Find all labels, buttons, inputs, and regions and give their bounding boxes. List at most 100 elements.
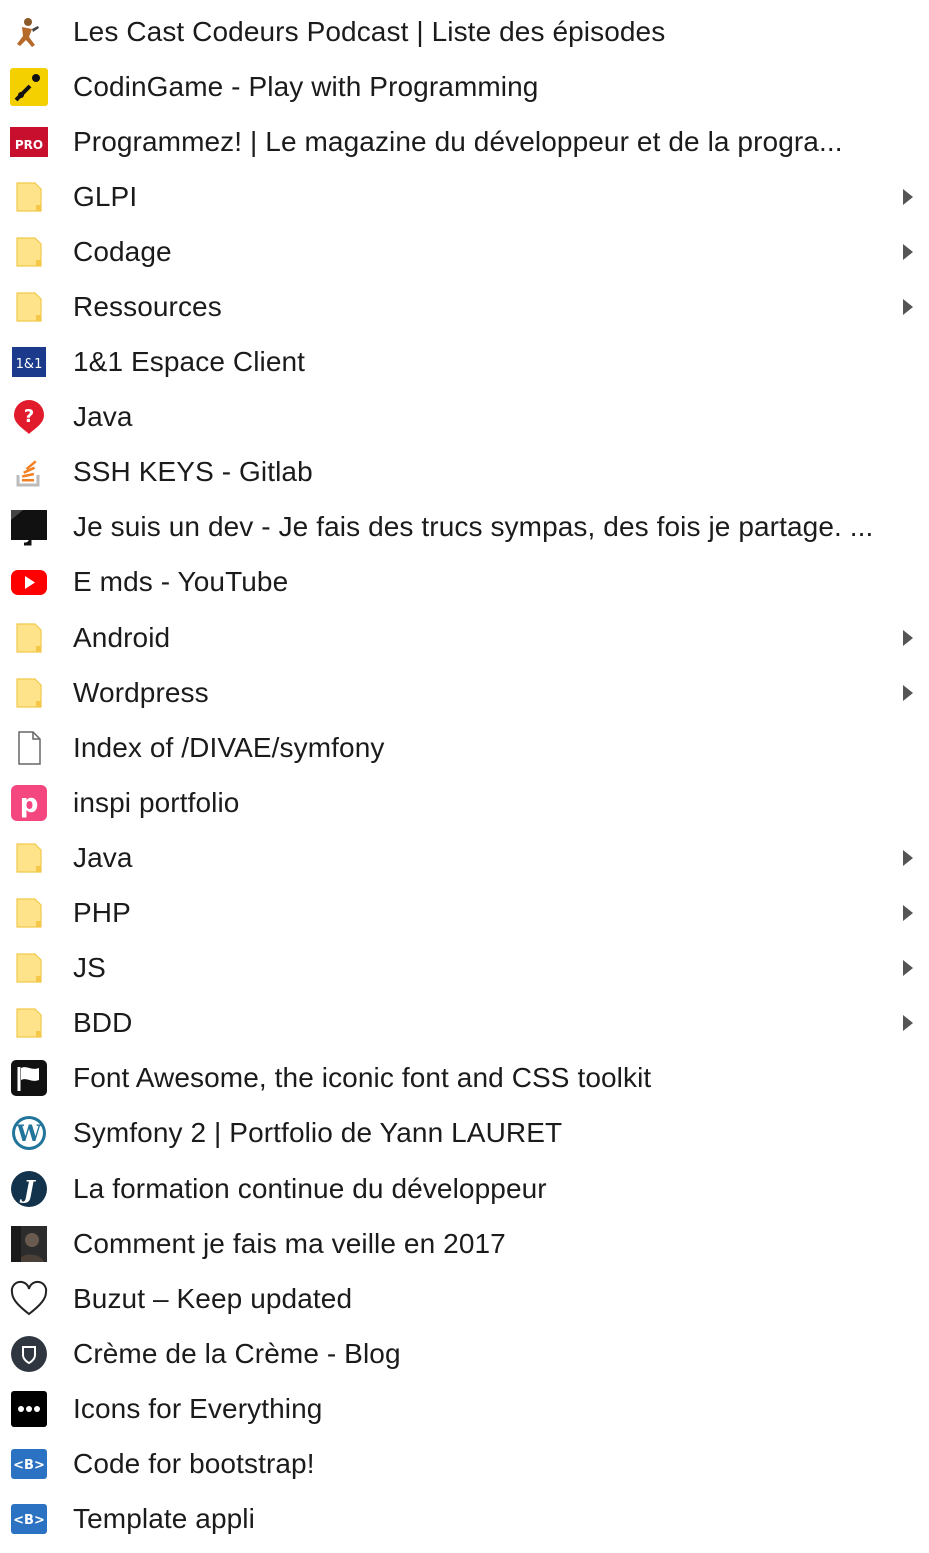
bookmark-label: Les Cast Codeurs Podcast | Liste des épi… bbox=[73, 15, 666, 47]
bookmark-label: JS bbox=[73, 952, 106, 984]
bookmark-item[interactable]: W Symfony 2 | Portfolio de Yann LAURET bbox=[0, 1106, 929, 1161]
bookmark-label: Je suis un dev - Je fais des trucs sympa… bbox=[73, 511, 874, 543]
submenu-arrow-icon bbox=[901, 628, 915, 648]
bookmark-label: Index of /DIVAE/symfony bbox=[73, 731, 385, 763]
codingame-icon bbox=[10, 67, 48, 106]
bookmark-item[interactable]: <B> Template appli bbox=[0, 1492, 929, 1547]
stackoverflow-icon bbox=[10, 453, 48, 491]
folder-icon bbox=[10, 288, 48, 326]
monitor-icon bbox=[10, 508, 48, 546]
photo-avatar-icon bbox=[10, 1225, 48, 1263]
bookmark-label: Android bbox=[73, 621, 171, 653]
bookmark-folder[interactable]: Ressources bbox=[0, 279, 929, 334]
1and1-icon: 1&1 bbox=[10, 343, 48, 381]
bootstrap-icon: <B> bbox=[10, 1500, 48, 1538]
folder-icon bbox=[10, 894, 48, 932]
bookmark-label: Template appli bbox=[73, 1503, 255, 1535]
cast-codeurs-icon bbox=[10, 13, 48, 51]
folder-icon bbox=[10, 839, 48, 877]
bookmark-label: Icons for Everything bbox=[73, 1392, 323, 1424]
bookmark-item[interactable]: PRO Programmez! | Le magazine du développ… bbox=[0, 114, 929, 169]
page-icon bbox=[10, 729, 48, 767]
bookmark-item[interactable]: ? Java bbox=[0, 390, 929, 445]
heart-icon bbox=[10, 1280, 48, 1318]
submenu-arrow-icon bbox=[901, 242, 915, 262]
svg-text:W: W bbox=[16, 1121, 42, 1147]
bookmark-folder[interactable]: PHP bbox=[0, 886, 929, 941]
bootstrap-icon: <B> bbox=[10, 1445, 48, 1483]
submenu-arrow-icon bbox=[901, 958, 915, 978]
bookmark-label: GLPI bbox=[73, 180, 138, 212]
bookmark-label: La formation continue du développeur bbox=[73, 1172, 547, 1204]
bookmark-label: E mds - YouTube bbox=[73, 566, 289, 598]
bookmark-label: Buzut – Keep updated bbox=[73, 1282, 353, 1314]
bookmark-folder[interactable]: GLPI bbox=[0, 169, 929, 224]
bookmark-label: Codage bbox=[73, 235, 172, 267]
bookmark-item[interactable]: p inspi portfolio bbox=[0, 775, 929, 830]
svg-text:PRO: PRO bbox=[15, 138, 43, 152]
bookmark-label: PHP bbox=[73, 897, 131, 929]
bookmark-label: Comment je fais ma veille en 2017 bbox=[73, 1227, 506, 1259]
bookmark-label: Programmez! | Le magazine du développeur… bbox=[73, 125, 843, 157]
bookmark-label: Ressources bbox=[73, 291, 222, 323]
folder-icon bbox=[10, 949, 48, 987]
folder-icon bbox=[10, 233, 48, 271]
bookmark-item[interactable]: <B> Code for bootstrap! bbox=[0, 1436, 929, 1491]
bookmark-item[interactable]: J La formation continue du développeur bbox=[0, 1161, 929, 1216]
folder-icon bbox=[10, 178, 48, 216]
submenu-arrow-icon bbox=[901, 903, 915, 923]
folder-icon bbox=[10, 619, 48, 657]
bookmark-item[interactable]: Buzut – Keep updated bbox=[0, 1271, 929, 1326]
svg-text:?: ? bbox=[24, 406, 34, 427]
bookmark-label: Java bbox=[73, 401, 133, 433]
bookmark-folder[interactable]: Wordpress bbox=[0, 665, 929, 720]
programmez-icon: PRO bbox=[10, 123, 48, 161]
bookmark-folder[interactable]: Android bbox=[0, 610, 929, 665]
submenu-arrow-icon bbox=[901, 1013, 915, 1033]
bookmark-item[interactable]: Je suis un dev - Je fais des trucs sympa… bbox=[0, 500, 929, 555]
bookmark-item[interactable]: Icons for Everything bbox=[0, 1381, 929, 1436]
bookmark-label: inspi portfolio bbox=[73, 786, 240, 818]
p-logo-icon: p bbox=[10, 784, 48, 822]
submenu-arrow-icon bbox=[901, 187, 915, 207]
bookmark-item[interactable]: 1&1 1&1 Espace Client bbox=[0, 335, 929, 390]
bookmarks-menu: Les Cast Codeurs Podcast | Liste des épi… bbox=[0, 0, 929, 1547]
bookmark-item[interactable]: SSH KEYS - Gitlab bbox=[0, 445, 929, 500]
bookmark-folder[interactable]: BDD bbox=[0, 996, 929, 1051]
bookmark-item[interactable]: Font Awesome, the iconic font and CSS to… bbox=[0, 1051, 929, 1106]
bookmark-label: Crème de la Crème - Blog bbox=[73, 1337, 401, 1369]
svg-text:<B>: <B> bbox=[13, 1513, 45, 1528]
bookmark-label: 1&1 Espace Client bbox=[73, 346, 306, 378]
svg-text:<B>: <B> bbox=[13, 1458, 45, 1473]
bookmark-item[interactable]: Crème de la Crème - Blog bbox=[0, 1326, 929, 1381]
submenu-arrow-icon bbox=[901, 297, 915, 317]
dots-icon bbox=[10, 1390, 48, 1428]
bookmark-item[interactable]: Comment je fais ma veille en 2017 bbox=[0, 1216, 929, 1271]
bookmark-label: BDD bbox=[73, 1007, 133, 1039]
shield-circle-icon bbox=[10, 1335, 48, 1373]
bookmark-label: Font Awesome, the iconic font and CSS to… bbox=[73, 1062, 652, 1094]
bookmark-label: Java bbox=[73, 841, 133, 873]
question-pin-icon: ? bbox=[10, 398, 48, 436]
bookmark-label: CodinGame - Play with Programming bbox=[73, 70, 539, 102]
bookmark-item[interactable]: Index of /DIVAE/symfony bbox=[0, 720, 929, 775]
submenu-arrow-icon bbox=[901, 683, 915, 703]
submenu-arrow-icon bbox=[901, 848, 915, 868]
flag-icon bbox=[10, 1059, 48, 1097]
svg-text:p: p bbox=[20, 789, 39, 819]
bookmark-label: Wordpress bbox=[73, 676, 209, 708]
bookmark-label: Symfony 2 | Portfolio de Yann LAURET bbox=[73, 1117, 563, 1149]
folder-icon bbox=[10, 1004, 48, 1042]
bookmark-folder[interactable]: Codage bbox=[0, 224, 929, 279]
bookmark-label: SSH KEYS - Gitlab bbox=[73, 456, 313, 488]
youtube-icon bbox=[10, 563, 48, 601]
bookmark-folder[interactable]: JS bbox=[0, 941, 929, 996]
bookmark-folder[interactable]: Java bbox=[0, 830, 929, 885]
bookmark-item[interactable]: E mds - YouTube bbox=[0, 555, 929, 610]
folder-icon bbox=[10, 674, 48, 712]
bookmark-label: Code for bootstrap! bbox=[73, 1447, 315, 1479]
bookmark-item[interactable]: Les Cast Codeurs Podcast | Liste des épi… bbox=[0, 4, 929, 59]
j-logo-icon: J bbox=[10, 1170, 48, 1208]
svg-text:1&1: 1&1 bbox=[16, 357, 43, 372]
bookmark-item[interactable]: CodinGame - Play with Programming bbox=[0, 59, 929, 114]
